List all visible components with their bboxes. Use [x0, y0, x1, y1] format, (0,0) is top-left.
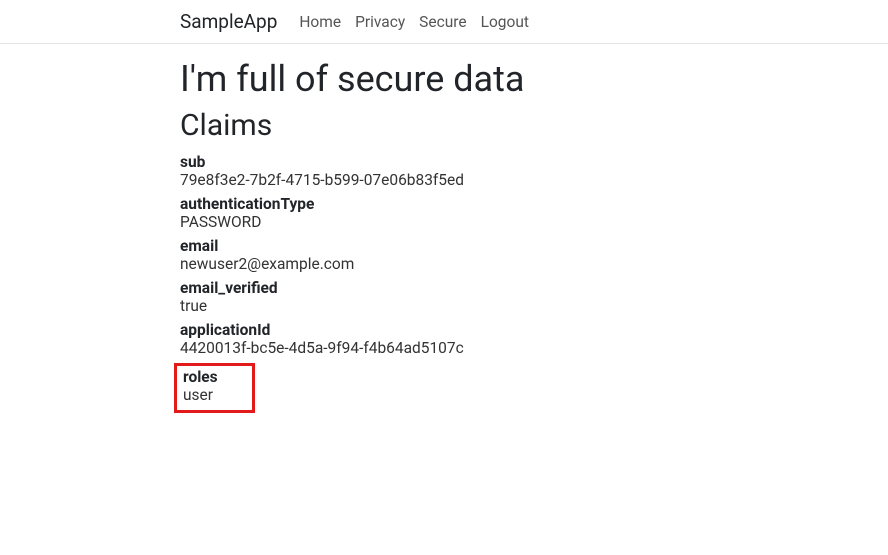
claim-key: applicationId	[180, 321, 720, 339]
navbar-container: SampleApp Home Privacy Secure Logout	[180, 10, 720, 33]
nav-link-secure[interactable]: Secure	[419, 13, 466, 31]
nav-link-home[interactable]: Home	[299, 13, 341, 31]
claims-list: sub 79e8f3e2-7b2f-4715-b599-07e06b83f5ed…	[180, 153, 720, 413]
main-content: I'm full of secure data Claims sub 79e8f…	[180, 44, 720, 413]
claim-value: newuser2@example.com	[180, 255, 720, 273]
claim-key: email	[180, 237, 720, 255]
claim-value: user	[183, 386, 218, 404]
brand-link[interactable]: SampleApp	[180, 10, 277, 33]
page-title: I'm full of secure data	[180, 58, 720, 100]
claim-key: roles	[183, 368, 218, 386]
claim-value: 79e8f3e2-7b2f-4715-b599-07e06b83f5ed	[180, 171, 720, 189]
nav-link-logout[interactable]: Logout	[481, 13, 529, 31]
highlight-annotation: roles user	[174, 363, 255, 413]
claim-key: email_verified	[180, 279, 720, 297]
navbar: SampleApp Home Privacy Secure Logout	[0, 0, 888, 44]
claim-value: PASSWORD	[180, 213, 720, 231]
page-subtitle: Claims	[180, 108, 720, 143]
claim-value: 4420013f-bc5e-4d5a-9f94-f4b64ad5107c	[180, 339, 720, 357]
nav-link-privacy[interactable]: Privacy	[355, 13, 405, 31]
claim-key: sub	[180, 153, 720, 171]
claim-value: true	[180, 297, 720, 315]
claim-key: authenticationType	[180, 195, 720, 213]
